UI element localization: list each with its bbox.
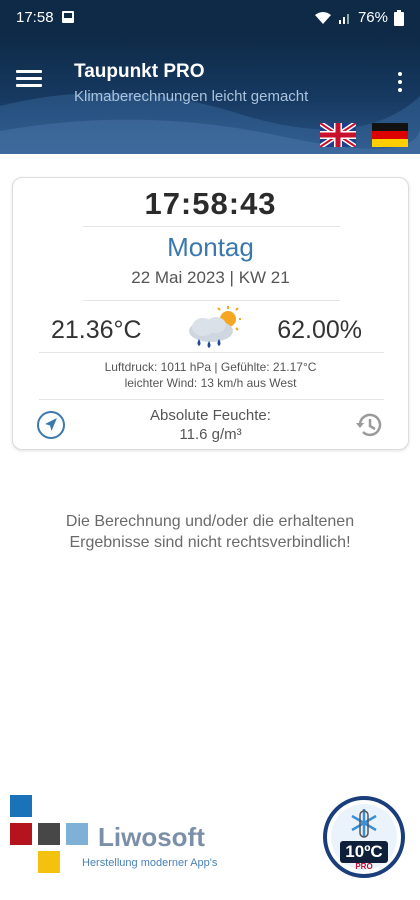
uk-flag-icon[interactable] <box>320 123 356 147</box>
badge-temp-text: 10ºC <box>345 842 383 861</box>
app-title: Taupunkt PRO <box>74 61 205 82</box>
disclaimer-line: Die Berechnung und/oder die erhaltenen <box>65 513 355 530</box>
status-bar: 17:58 76% <box>0 0 420 36</box>
badge-pro-text: PRO <box>355 862 373 871</box>
humidity-value: 62.00% <box>277 316 362 344</box>
app-subtitle: Klimaberechnungen leicht gemacht <box>74 88 309 105</box>
liwosoft-logo[interactable]: Liwosoft Herstellung moderner App's <box>10 795 250 879</box>
divider <box>83 226 340 227</box>
clock-time: 17:58:43 <box>144 186 277 221</box>
divider <box>39 352 384 353</box>
weather-card: 17:58:43 Montag 22 Mai 2023 | KW 21 21.3… <box>12 177 409 450</box>
brand-name: Liwosoft <box>98 822 205 852</box>
divider <box>83 300 340 301</box>
divider <box>39 399 384 400</box>
app-header: Taupunkt PRO Klimaberechnungen leicht ge… <box>0 36 420 154</box>
image-notification-icon <box>62 11 74 23</box>
german-flag-icon[interactable] <box>372 123 408 147</box>
absolute-humidity-label: Absolute Feuchte: <box>150 407 271 424</box>
pro-app-badge[interactable]: 10ºC PRO <box>322 795 406 879</box>
status-time: 17:58 <box>16 9 54 26</box>
status-right-group: 76% <box>314 9 404 26</box>
logo-square <box>66 823 88 845</box>
cloud-rain-sun-icon <box>189 306 241 348</box>
more-vert-icon[interactable] <box>388 68 412 96</box>
logo-square <box>10 795 32 817</box>
wifi-icon <box>314 11 331 24</box>
weekday-label: Montag <box>167 232 254 262</box>
logo-square <box>38 823 60 845</box>
legal-disclaimer: Die Berechnung und/oder die erhaltenen E… <box>30 511 390 553</box>
signal-icon <box>338 13 349 24</box>
hamburger-menu-icon[interactable] <box>14 66 44 92</box>
temperature-value: 21.36°C <box>51 316 142 344</box>
logo-square <box>10 823 32 845</box>
date-label: 22 Mai 2023 | KW 21 <box>131 268 290 287</box>
absolute-humidity-value: 11.6 g/m³ <box>179 426 242 443</box>
logo-square <box>38 851 60 873</box>
wind-info: leichter Wind: 13 km/h aus West <box>124 376 297 390</box>
battery-percent: 76% <box>357 9 388 26</box>
brand-tagline: Herstellung moderner App's <box>82 857 218 869</box>
battery-icon <box>394 9 404 26</box>
disclaimer-line: Ergebnisse sind nicht rechtsverbindlich! <box>69 534 351 551</box>
pressure-feel-info: Luftdruck: 1011 hPa | Gefühlte: 21.17°C <box>104 360 317 374</box>
history-icon[interactable] <box>354 409 386 441</box>
